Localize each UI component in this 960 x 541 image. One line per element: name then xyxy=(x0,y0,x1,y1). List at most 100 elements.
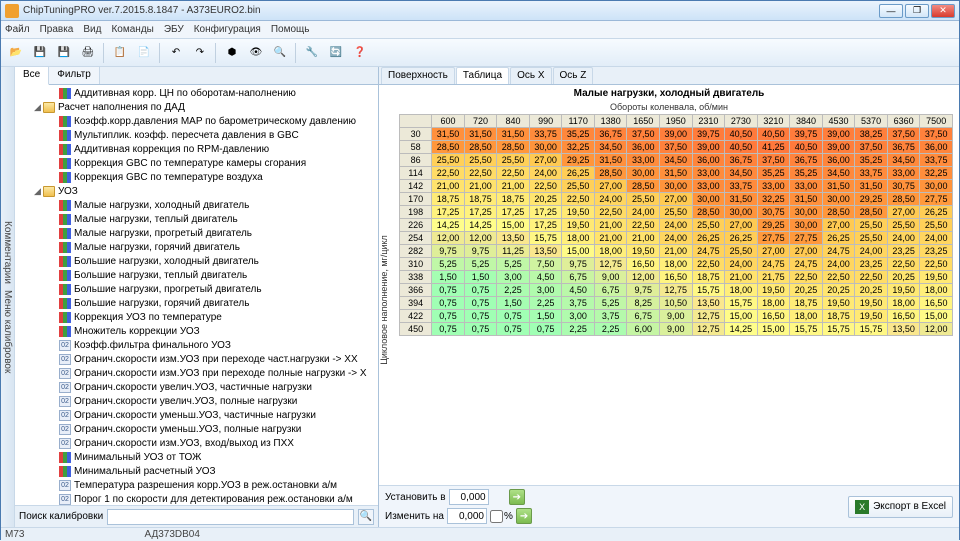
tree-node[interactable]: Аддитивная коррекция по RPM-давлению xyxy=(15,142,378,156)
excel-icon: X xyxy=(855,500,869,514)
tree-node[interactable]: Большие нагрузки, горячий двигатель xyxy=(15,296,378,310)
num-icon: 02 xyxy=(59,410,71,421)
minimize-button[interactable]: — xyxy=(879,4,903,18)
change-apply-button[interactable]: ➔ xyxy=(516,508,532,524)
num-icon: 02 xyxy=(59,396,71,407)
menu-Файл[interactable]: Файл xyxy=(5,24,30,35)
chart-icon xyxy=(59,228,71,239)
tree-node[interactable]: Большие нагрузки, теплый двигатель xyxy=(15,268,378,282)
tab-table[interactable]: Таблица xyxy=(456,67,509,84)
app-icon xyxy=(5,4,19,18)
tree-node[interactable]: Минимальный УОЗ от ТОЖ xyxy=(15,450,378,464)
chart-icon xyxy=(59,200,71,211)
tree-node[interactable]: 02Температура разрешения корр.УОЗ в реж.… xyxy=(15,478,378,492)
export-excel-button[interactable]: X Экспорт в Excel xyxy=(848,496,953,518)
tree-node[interactable]: 02Коэфф.фильтра финального УОЗ xyxy=(15,338,378,352)
menu-ЭБУ[interactable]: ЭБУ xyxy=(164,24,184,35)
status-right: АД373DB04 xyxy=(144,529,199,540)
tree-node[interactable]: 02Огранич.скорости уменьш.УОЗ, частичные… xyxy=(15,408,378,422)
search-button[interactable]: 🔍 xyxy=(358,509,374,525)
maximize-button[interactable]: ❐ xyxy=(905,4,929,18)
menu-Команды[interactable]: Команды xyxy=(111,24,153,35)
tree-node[interactable]: Множитель коррекции УОЗ xyxy=(15,324,378,338)
tree-node[interactable]: 02Огранич.скорости увелич.УОЗ, частичные… xyxy=(15,380,378,394)
chart-icon xyxy=(59,326,71,337)
title-bar: ChipTuningPRO ver.7.2015.8.1847 - A373EU… xyxy=(1,1,959,21)
redo-icon[interactable]: ↷ xyxy=(189,42,211,64)
tab-surface[interactable]: Поверхность xyxy=(381,67,455,84)
num-icon: 02 xyxy=(59,382,71,393)
table-ylabel: Цикловое наполнение, мг/цикл xyxy=(379,235,389,365)
change-label: Изменить на xyxy=(385,511,444,522)
menu-Правка[interactable]: Правка xyxy=(40,24,74,35)
saveas-icon[interactable]: 💾 xyxy=(53,42,75,64)
close-button[interactable]: ✕ xyxy=(931,4,955,18)
menu-bar: Файл Правка Вид Команды ЭБУ Конфигурация Помощ… xyxy=(1,21,959,39)
status-bar: M73 АД373DB04 xyxy=(1,527,959,541)
tree-node[interactable]: 02Огранич.скорости уменьш.УОЗ, полные на… xyxy=(15,422,378,436)
toolbar: 📂 💾 💾 🖨 📋 📄 ↶ ↷ ⬢ 👁 🔍 🔧 🔄 ❓ xyxy=(1,39,959,67)
tree-node[interactable]: 02Огранич.скорости изм.УОЗ при переходе … xyxy=(15,352,378,366)
tree-node[interactable]: Коррекция GBC по температуре камеры сгор… xyxy=(15,156,378,170)
tree-node[interactable]: Минимальный расчетный УОЗ xyxy=(15,464,378,478)
tool3-icon[interactable]: 🔧 xyxy=(301,42,323,64)
refresh-icon[interactable]: 🔄 xyxy=(325,42,347,64)
num-icon: 02 xyxy=(59,354,71,365)
percent-checkbox[interactable] xyxy=(490,510,503,523)
change-input[interactable] xyxy=(447,508,487,524)
num-icon: 02 xyxy=(59,494,71,505)
tree-node[interactable]: Коррекция GBC по температуре воздуха xyxy=(15,170,378,184)
calibration-tree[interactable]: Аддитивная корр. ЦН по оборотам-наполнен… xyxy=(15,85,378,505)
rail-tab-calibrations[interactable]: Меню калибровок xyxy=(2,287,13,376)
tree-node[interactable]: 02Огранич.скорости изм.УОЗ при переходе … xyxy=(15,366,378,380)
copy-icon[interactable]: 📋 xyxy=(109,42,131,64)
folder-icon xyxy=(43,102,55,113)
tree-node[interactable]: ◢УОЗ xyxy=(15,184,378,198)
tree-node[interactable]: Аддитивная корр. ЦН по оборотам-наполнен… xyxy=(15,86,378,100)
tree-node[interactable]: Малые нагрузки, теплый двигатель xyxy=(15,212,378,226)
window-title: ChipTuningPRO ver.7.2015.8.1847 - A373EU… xyxy=(23,5,879,16)
data-grid[interactable]: 6007208409901170138016501950231027303210… xyxy=(399,114,953,336)
chart-icon xyxy=(59,130,71,141)
undo-icon[interactable]: ↶ xyxy=(165,42,187,64)
tree-node[interactable]: Мультиплик. коэфф. пересчета давления в … xyxy=(15,128,378,142)
tree-node[interactable]: Коррекция УОЗ по температуре xyxy=(15,310,378,324)
tab-axis-z[interactable]: Ось Z xyxy=(553,67,594,84)
chart-icon xyxy=(59,242,71,253)
folder-icon xyxy=(43,186,55,197)
tree-node[interactable]: Большие нагрузки, прогретый двигатель xyxy=(15,282,378,296)
menu-Помощь[interactable]: Помощь xyxy=(271,24,310,35)
table-title: Малые нагрузки, холодный двигатель xyxy=(379,85,959,102)
tree-node[interactable]: 02Огранич.скорости увелич.УОЗ, полные на… xyxy=(15,394,378,408)
tool1-icon[interactable]: ⬢ xyxy=(221,42,243,64)
num-icon: 02 xyxy=(59,480,71,491)
chart-icon xyxy=(59,158,71,169)
tool2-icon[interactable]: 👁 xyxy=(245,42,267,64)
search-icon[interactable]: 🔍 xyxy=(269,42,291,64)
table-xlabel: Обороты коленвала, об/мин xyxy=(379,102,959,114)
search-input[interactable] xyxy=(107,509,354,525)
tab-axis-x[interactable]: Ось X xyxy=(510,67,551,84)
save-icon[interactable]: 💾 xyxy=(29,42,51,64)
tree-node[interactable]: Малые нагрузки, холодный двигатель xyxy=(15,198,378,212)
tree-node[interactable]: 02Огранич.скорости изм.УОЗ, вход/выход и… xyxy=(15,436,378,450)
tree-node[interactable]: Малые нагрузки, прогретый двигатель xyxy=(15,226,378,240)
tree-node[interactable]: Малые нагрузки, горячий двигатель xyxy=(15,240,378,254)
menu-Вид[interactable]: Вид xyxy=(83,24,101,35)
left-tab-filter[interactable]: Фильтр xyxy=(49,67,100,84)
print-icon[interactable]: 🖨 xyxy=(77,42,99,64)
tree-node[interactable]: Большие нагрузки, холодный двигатель xyxy=(15,254,378,268)
rail-tab-comments[interactable]: Комментарии xyxy=(2,218,13,287)
chart-icon xyxy=(59,298,71,309)
num-icon: 02 xyxy=(59,340,71,351)
tree-node[interactable]: ◢Расчет наполнения по ДАД xyxy=(15,100,378,114)
tree-node[interactable]: Коэфф.корр.давления MAP по барометрическ… xyxy=(15,114,378,128)
help-icon[interactable]: ❓ xyxy=(349,42,371,64)
open-icon[interactable]: 📂 xyxy=(5,42,27,64)
set-apply-button[interactable]: ➔ xyxy=(509,489,525,505)
paste-icon[interactable]: 📄 xyxy=(133,42,155,64)
menu-Конфигурация[interactable]: Конфигурация xyxy=(194,24,261,35)
left-tab-all[interactable]: Все xyxy=(15,67,49,85)
set-input[interactable] xyxy=(449,489,489,505)
tree-node[interactable]: 02Порог 1 по скорости для детектирования… xyxy=(15,492,378,505)
